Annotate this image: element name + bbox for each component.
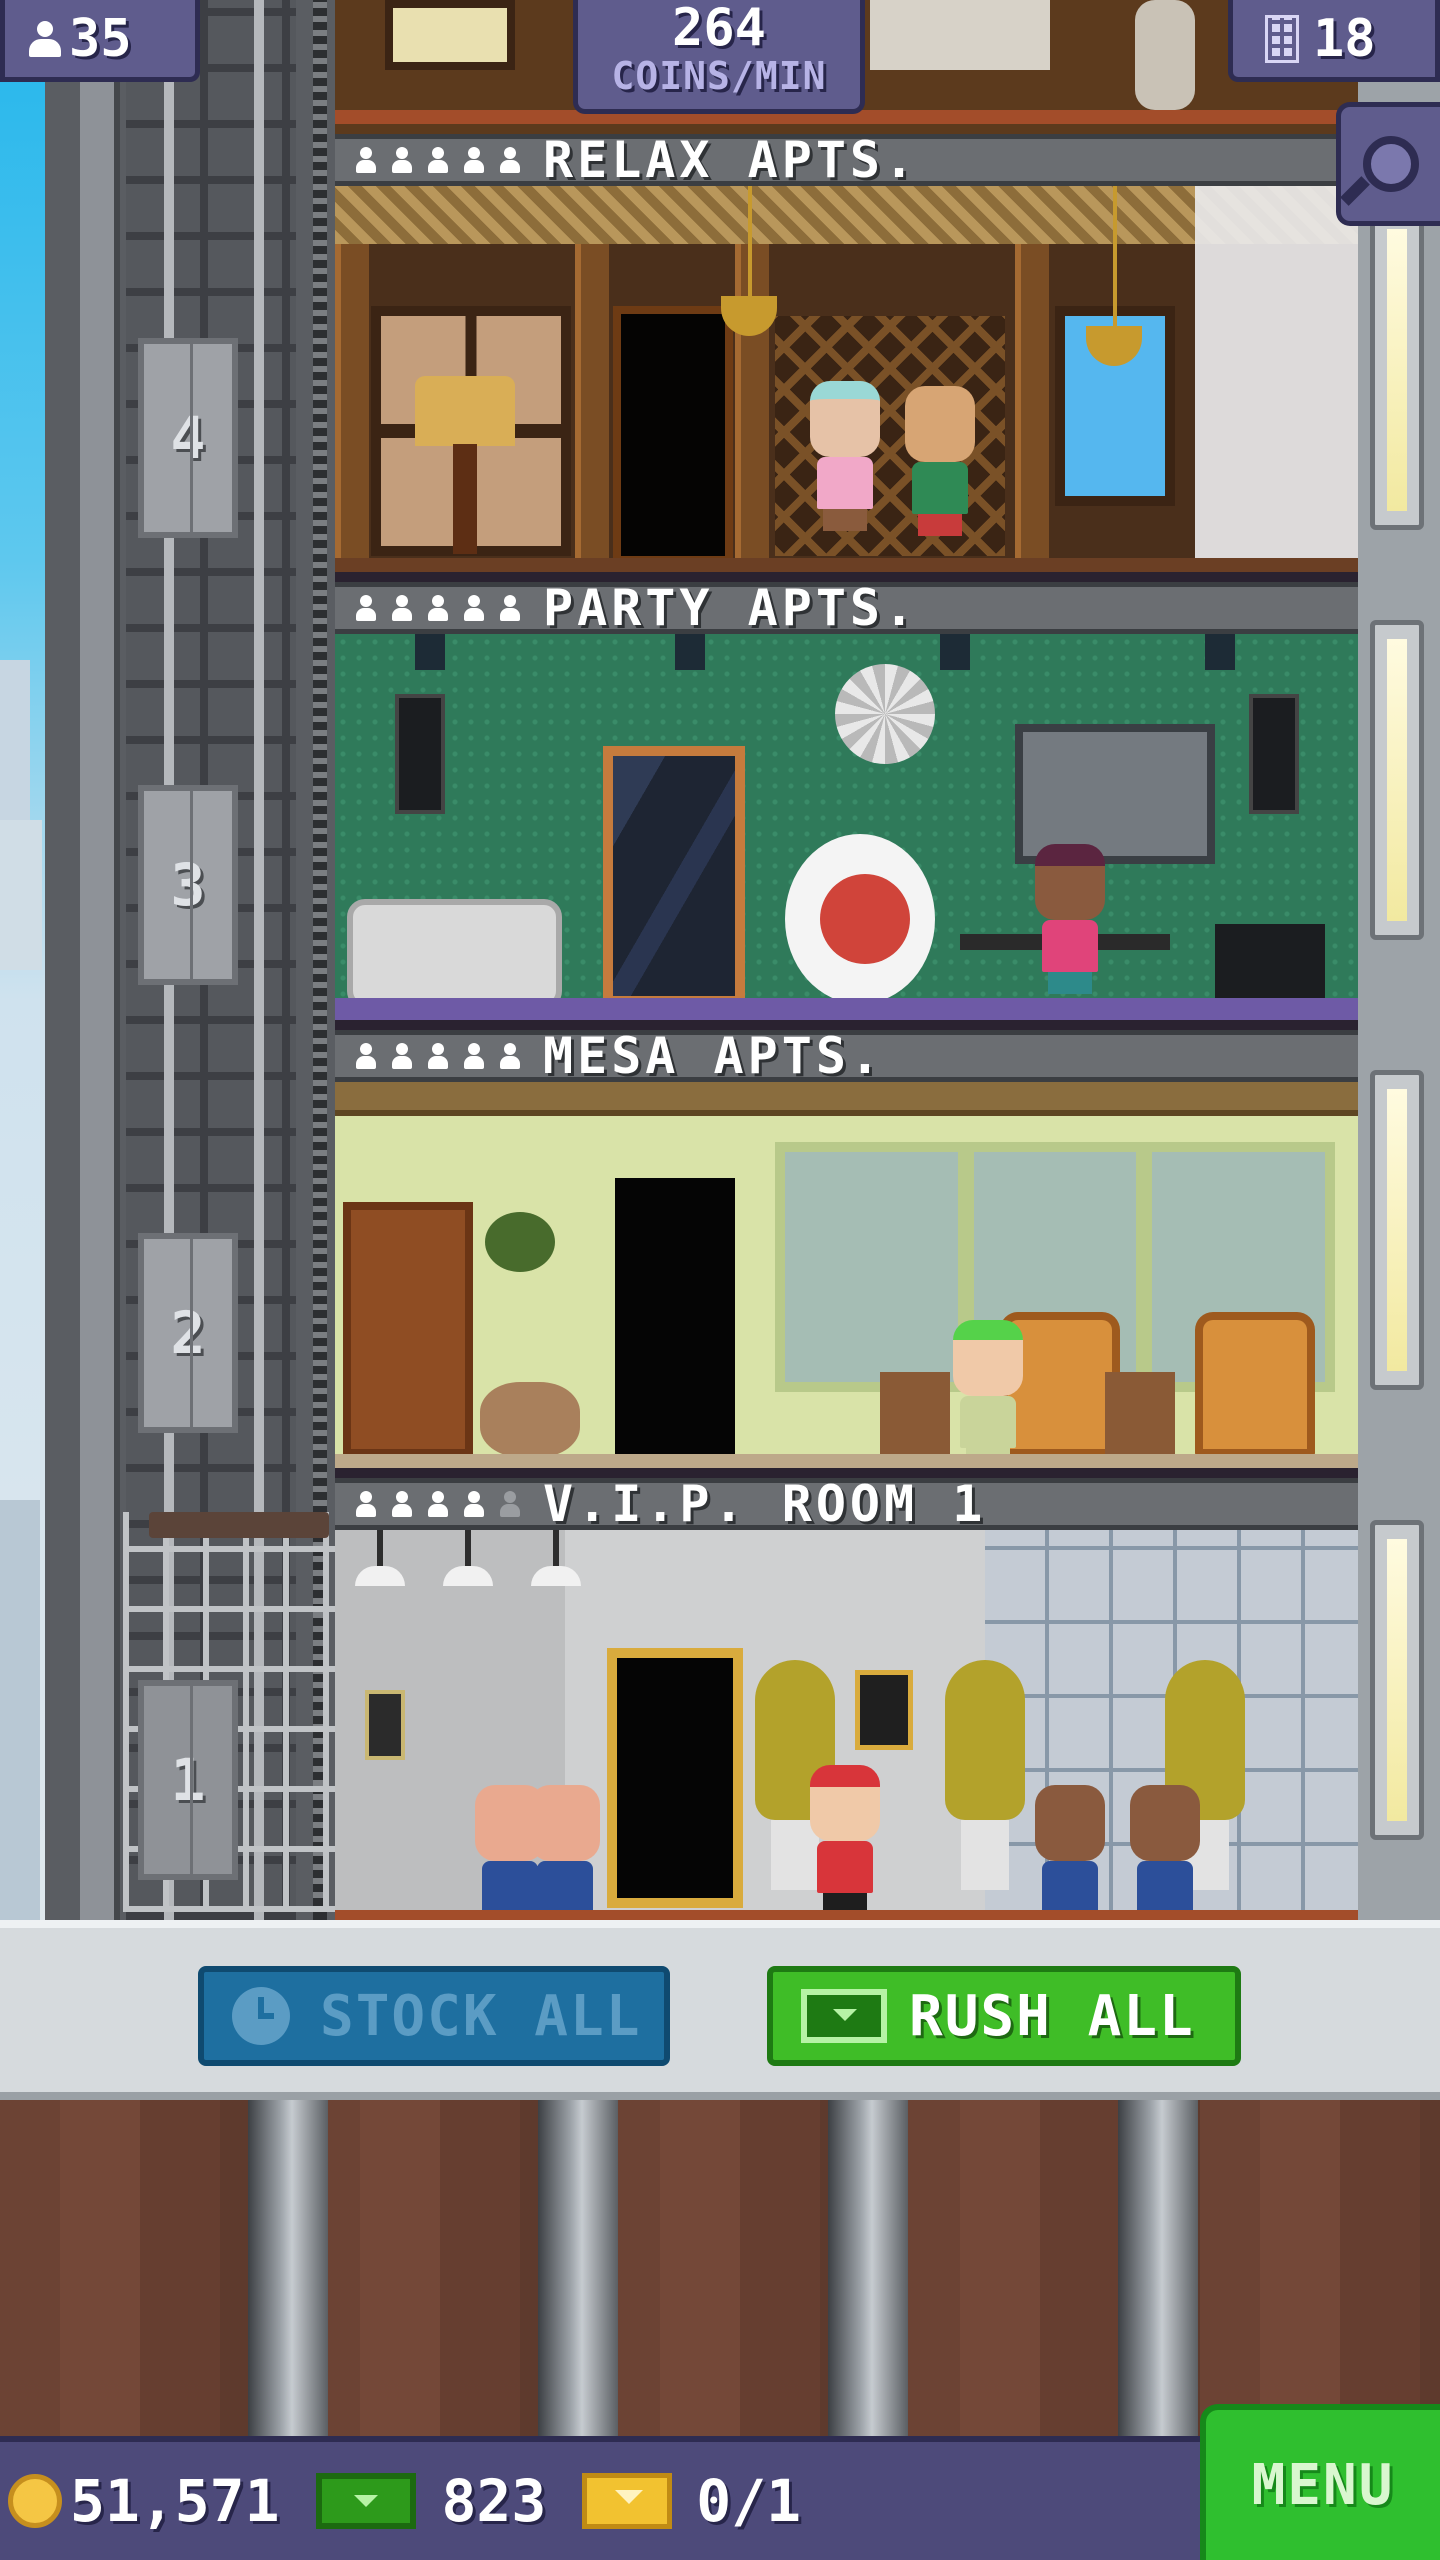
- floor-mesa-apts[interactable]: MESA APTS.: [335, 1027, 1358, 1468]
- guest-character[interactable]: [1130, 1785, 1200, 1913]
- stock-all-label: STOCK ALL: [320, 1983, 642, 2049]
- elevator-car-top: [149, 1512, 329, 1538]
- golden-ticket-icon: [582, 2473, 673, 2529]
- resident-icon: [497, 595, 523, 621]
- room-interior[interactable]: [335, 634, 1358, 1020]
- floor-name: V.I.P. ROOM 1: [543, 1475, 987, 1533]
- floor-relax-apts[interactable]: RELAX APTS.: [335, 131, 1358, 572]
- floor-banner: V.I.P. ROOM 1: [335, 1475, 1358, 1533]
- tower-bux-icon: [315, 2473, 416, 2529]
- room-interior[interactable]: [335, 1530, 1358, 1920]
- resident-indicator: [353, 1043, 543, 1069]
- resident-icon: [425, 595, 451, 621]
- floor-name: MESA APTS.: [543, 1027, 885, 1085]
- tower-bux-icon: [801, 1989, 887, 2043]
- resident-icon: [461, 1043, 487, 1069]
- resident-icon: [353, 1043, 379, 1069]
- resident-icon: [389, 1043, 415, 1069]
- clock-icon: [232, 1987, 290, 2045]
- coin-icon: [8, 2474, 62, 2528]
- room-interior[interactable]: [335, 1082, 1358, 1468]
- room-door: [603, 746, 745, 1006]
- rush-all-label: RUSH ALL: [909, 1983, 1195, 2049]
- keypad-icon: [365, 1690, 405, 1760]
- coin-rate-display[interactable]: 264 COINS/MIN: [573, 0, 865, 114]
- menu-label: MENU: [1251, 2452, 1395, 2518]
- floor-number-2: 2: [170, 1299, 206, 1367]
- elevator-floor-2-door[interactable]: 2: [138, 1233, 238, 1433]
- elevator-shaft[interactable]: 4 3 2 1: [45, 0, 343, 1920]
- menu-button[interactable]: MENU: [1200, 2404, 1440, 2560]
- stock-all-button[interactable]: STOCK ALL: [198, 1966, 670, 2066]
- person-icon: [27, 19, 63, 59]
- elevator-floor-4-door[interactable]: 4: [138, 338, 238, 538]
- resident-character[interactable]: [810, 381, 880, 531]
- floor-number-3: 3: [170, 851, 206, 919]
- resident-icon: [497, 1043, 523, 1069]
- room-door: [613, 306, 733, 564]
- currency-bar: 51,571 823 0/1: [0, 2436, 1210, 2560]
- resident-icon: [461, 595, 487, 621]
- floor-number-1: 1: [170, 1746, 206, 1814]
- tickets-value: 0/1: [696, 2467, 802, 2535]
- resident-indicator: [353, 595, 543, 621]
- resident-character[interactable]: [953, 1320, 1023, 1468]
- resident-icon: [389, 595, 415, 621]
- basement-foundation: [0, 2100, 1440, 2436]
- floor-count-value: 18: [1313, 8, 1376, 69]
- rush-all-button[interactable]: RUSH ALL: [767, 1966, 1241, 2066]
- resident-indicator: [353, 1491, 543, 1517]
- doorman-character[interactable]: [810, 1765, 880, 1915]
- resident-icon: [389, 147, 415, 173]
- floor-name: PARTY APTS.: [543, 579, 919, 637]
- room-door: [607, 1648, 743, 1908]
- floor-number-4: 4: [170, 404, 206, 472]
- floor-vip-room-1[interactable]: V.I.P. ROOM 1: [335, 1475, 1358, 1920]
- floor-counter[interactable]: 18: [1228, 0, 1440, 82]
- elevator-floor-3-door[interactable]: 3: [138, 785, 238, 985]
- floor-banner: RELAX APTS.: [335, 131, 1358, 189]
- sky-background: [0, 0, 45, 1920]
- resident-icon: [353, 1491, 379, 1517]
- resident-icon: [461, 147, 487, 173]
- resident-character[interactable]: [1035, 844, 1105, 994]
- tower-right-wall: [1358, 0, 1440, 1920]
- room-interior[interactable]: [335, 186, 1358, 572]
- resident-icon: [389, 1491, 415, 1517]
- resident-character[interactable]: [905, 386, 975, 536]
- resident-icon: [425, 147, 451, 173]
- search-button[interactable]: [1336, 102, 1440, 226]
- guest-character[interactable]: [1035, 1785, 1105, 1913]
- coin-rate-unit: COINS/MIN: [611, 54, 827, 98]
- resident-icon: [497, 147, 523, 173]
- room-door: [615, 1178, 735, 1456]
- resident-icon: [425, 1043, 451, 1069]
- coins-value: 51,571: [70, 2467, 280, 2535]
- resident-icon: [425, 1491, 451, 1517]
- population-counter[interactable]: 35: [0, 0, 200, 82]
- floor-banner: MESA APTS.: [335, 1027, 1358, 1085]
- resident-icon: [353, 595, 379, 621]
- guest-character[interactable]: [530, 1785, 600, 1913]
- resident-indicator: [353, 147, 543, 173]
- resident-icon: [461, 1491, 487, 1517]
- population-value: 35: [69, 8, 132, 69]
- magnifier-icon: [1362, 136, 1419, 192]
- floor-party-apts[interactable]: PARTY APTS.: [335, 579, 1358, 1020]
- floor-banner: PARTY APTS.: [335, 579, 1358, 637]
- bux-value: 823: [441, 2467, 547, 2535]
- coin-rate-value: 264: [672, 0, 766, 58]
- building-icon: [1265, 14, 1299, 63]
- game-screen: 4 3 2 1 RELAX APTS. PARTY APTS. MESA APT…: [0, 0, 1440, 2560]
- action-bar: STOCK ALL RUSH ALL: [0, 1920, 1440, 2100]
- elevator-floor-1-door[interactable]: 1: [138, 1680, 238, 1880]
- resident-icon: [353, 147, 379, 173]
- resident-icon-empty: [497, 1491, 523, 1517]
- floor-name: RELAX APTS.: [543, 131, 919, 189]
